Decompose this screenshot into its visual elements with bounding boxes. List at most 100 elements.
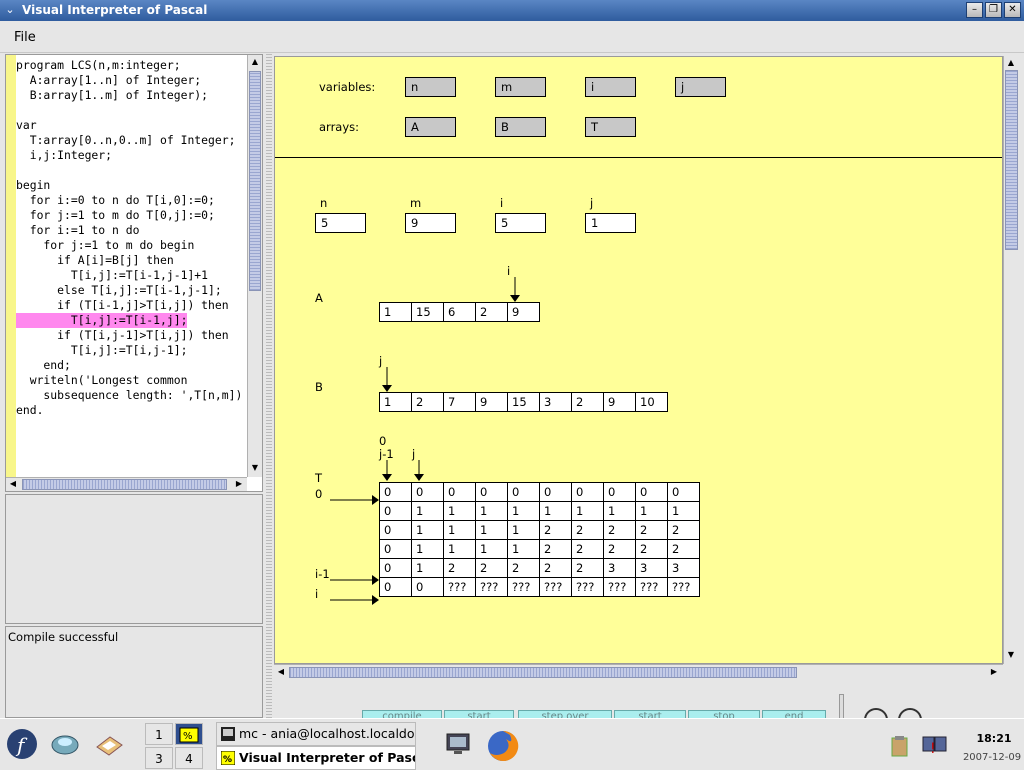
window-menu-icon[interactable]: ⌄: [3, 3, 17, 17]
code-line[interactable]: [16, 103, 242, 118]
stop-button[interactable]: stop: [688, 710, 760, 718]
menu-file[interactable]: File: [14, 30, 36, 45]
code-line[interactable]: if A[i]=B[j] then: [16, 253, 242, 268]
workspace-window-icon: %: [179, 727, 199, 743]
task-terminal[interactable]: mc - ania@localhost.localdom: [216, 722, 416, 746]
var-name-m: m: [410, 196, 422, 210]
code-line[interactable]: if (T[i-1,j]>T[i,j]) then: [16, 298, 242, 313]
code-line[interactable]: for j:=1 to m do T[0,j]:=0;: [16, 208, 242, 223]
start-button[interactable]: start: [444, 710, 514, 718]
code-line[interactable]: T:array[0..n,0..m] of Integer;: [16, 133, 242, 148]
array-button-t[interactable]: T: [585, 117, 636, 137]
menu-bar: File: [0, 21, 1024, 53]
code-line[interactable]: program LCS(n,m:integer;: [16, 58, 242, 73]
scroll-up-arrow-icon[interactable]: ▲: [1004, 56, 1018, 70]
array-cell: 2: [475, 558, 508, 578]
workspace-2[interactable]: %: [175, 723, 203, 745]
mail-icon[interactable]: [94, 733, 124, 757]
source-vertical-scrollbar[interactable]: ▲ ▼: [247, 55, 262, 477]
array-t-label: T: [315, 471, 323, 485]
end-button[interactable]: end: [762, 710, 826, 718]
pointer-arrow-icon: [382, 460, 392, 481]
array-cell: 1: [571, 501, 604, 521]
source-code[interactable]: program LCS(n,m:integer; A:array[1..n] o…: [16, 58, 242, 418]
scroll-down-arrow-icon[interactable]: ▼: [248, 461, 262, 475]
start-button-2[interactable]: start: [614, 710, 686, 718]
array-a-label: A: [315, 291, 323, 305]
compile-button[interactable]: compile: [362, 710, 442, 718]
array-cell: 1: [411, 520, 444, 540]
variable-button-j[interactable]: j: [675, 77, 726, 97]
canvas-vertical-scrollbar[interactable]: ▲ ▼: [1003, 56, 1019, 664]
fedora-menu-icon[interactable]: f: [6, 728, 38, 760]
code-line[interactable]: end;: [16, 358, 242, 373]
array-cell: 3: [603, 558, 636, 578]
scroll-right-arrow-icon[interactable]: ▶: [232, 477, 246, 491]
source-horizontal-scrollbar[interactable]: ◀ ▶: [6, 477, 247, 491]
code-line[interactable]: [16, 163, 242, 178]
source-editor[interactable]: program LCS(n,m:integer; A:array[1..n] o…: [5, 54, 263, 492]
code-line[interactable]: var: [16, 118, 242, 133]
workspace-3[interactable]: 3: [145, 747, 173, 769]
network-status-icon[interactable]: !: [922, 733, 948, 757]
code-line[interactable]: begin: [16, 178, 242, 193]
maximize-button[interactable]: ❐: [985, 2, 1002, 18]
code-line[interactable]: T[i,j]:=T[i,j-1];: [16, 343, 242, 358]
control-button-row: compile start step over start stop end: [274, 682, 1024, 718]
array-button-b[interactable]: B: [495, 117, 546, 137]
code-line[interactable]: for i:=0 to n do T[i,0]:=0;: [16, 193, 242, 208]
array-cell: 1: [443, 539, 476, 559]
array-cell: 0: [667, 482, 700, 502]
workspace-4[interactable]: 4: [175, 747, 203, 769]
clipboard-icon[interactable]: [890, 735, 910, 757]
current-line[interactable]: T[i,j]:=T[i-1,j];: [16, 313, 188, 328]
task-visual-interpreter[interactable]: % Visual Interpreter of Pascal: [216, 746, 416, 770]
code-line[interactable]: subsequence length: ',T[n,m]): [16, 388, 242, 403]
zoom-in-icon[interactable]: [898, 708, 922, 718]
scroll-down-arrow-icon[interactable]: ▼: [1004, 648, 1018, 662]
array-cell: ???: [475, 577, 508, 597]
close-button[interactable]: ✕: [1004, 2, 1021, 18]
variable-button-n[interactable]: n: [405, 77, 456, 97]
code-line[interactable]: for j:=1 to m do begin: [16, 238, 242, 253]
scroll-thumb[interactable]: [249, 71, 261, 291]
network-browser-icon[interactable]: [50, 733, 80, 757]
code-line[interactable]: i,j:Integer;: [16, 148, 242, 163]
array-cell: 0: [635, 482, 668, 502]
zoom-out-icon[interactable]: [864, 708, 888, 718]
split-pane-divider[interactable]: [266, 54, 272, 718]
array-button-a[interactable]: A: [405, 117, 456, 137]
minimize-button[interactable]: –: [966, 2, 983, 18]
variable-button-m[interactable]: m: [495, 77, 546, 97]
array-b-cells: 1 2 7 9 15 3 2 9 10: [379, 392, 668, 412]
pointer-arrow-icon: [414, 460, 424, 481]
scroll-right-arrow-icon[interactable]: ▶: [987, 665, 1001, 679]
scroll-up-arrow-icon[interactable]: ▲: [248, 55, 262, 69]
firefox-icon[interactable]: [486, 729, 520, 763]
scroll-left-arrow-icon[interactable]: ◀: [274, 665, 288, 679]
code-line[interactable]: if (T[i,j-1]>T[i,j]) then: [16, 328, 242, 343]
scroll-thumb[interactable]: [1005, 70, 1018, 250]
scroll-thumb[interactable]: [22, 479, 227, 490]
workspace-1[interactable]: 1: [145, 723, 173, 745]
scroll-thumb[interactable]: [289, 667, 797, 678]
canvas-horizontal-scrollbar[interactable]: ◀ ▶: [274, 664, 1003, 680]
variable-button-i[interactable]: i: [585, 77, 636, 97]
code-line[interactable]: T[i,j]:=T[i-1,j-1]+1: [16, 268, 242, 283]
code-line[interactable]: B:array[1..m] of Integer);: [16, 88, 242, 103]
code-line[interactable]: end.: [16, 403, 242, 418]
step-over-button[interactable]: step over: [518, 710, 612, 718]
monitor-icon[interactable]: [446, 733, 470, 755]
code-line[interactable]: for i:=1 to n do: [16, 223, 242, 238]
array-cell: 1: [507, 539, 540, 559]
scroll-left-arrow-icon[interactable]: ◀: [6, 477, 20, 491]
t-col-label-j: j: [412, 447, 416, 461]
code-line[interactable]: writeln('Longest common: [16, 373, 242, 388]
array-cell: 1: [475, 501, 508, 521]
array-cell: 1: [507, 501, 540, 521]
array-cell: 0: [507, 482, 540, 502]
code-line[interactable]: A:array[1..n] of Integer;: [16, 73, 242, 88]
variables-label: variables:: [319, 80, 376, 94]
clock[interactable]: 18:21: [966, 732, 1022, 745]
code-line[interactable]: else T[i,j]:=T[i-1,j-1];: [16, 283, 242, 298]
